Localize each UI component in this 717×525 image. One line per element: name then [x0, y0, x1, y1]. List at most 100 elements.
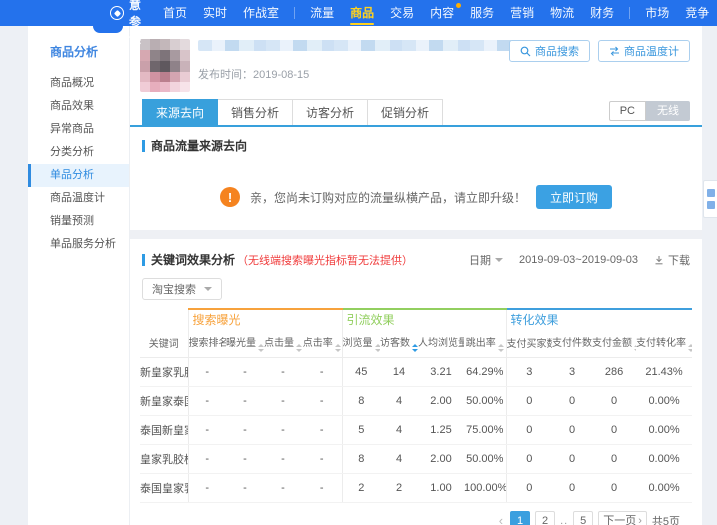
feedback-widget[interactable]	[703, 180, 717, 218]
sidebar-item-goods-overview[interactable]: 商品概况	[28, 72, 129, 95]
sidebar-item-sales-forecast[interactable]: 销量预测	[28, 210, 129, 233]
sidebar-item-abnormal-goods[interactable]: 异常商品	[28, 118, 129, 141]
cell: 0	[552, 473, 593, 503]
nav-warroom[interactable]: 作战室	[235, 0, 287, 26]
product-thermometer-label: 商品温度计	[624, 46, 679, 58]
nav-realtime[interactable]: 实时	[195, 0, 235, 26]
download-button[interactable]: 下载	[654, 252, 690, 268]
keyword-link[interactable]: 新皇家泰国乳	[140, 386, 188, 416]
cell: 3	[505, 357, 553, 387]
keyword-section-header: 关键词效果分析 （无线端搜索曝光指标暂无法提供） 日期 2019-09-03~2…	[142, 251, 690, 268]
nav-content[interactable]: 内容	[422, 0, 462, 26]
nav-marketing[interactable]: 营销	[502, 0, 542, 26]
nav-finance[interactable]: 财务	[582, 0, 622, 26]
nav-logistics[interactable]: 物流	[542, 0, 582, 26]
cell: -	[302, 386, 343, 416]
cell: 0	[592, 415, 637, 445]
cell: 4	[380, 444, 419, 474]
nav-traffic[interactable]: 流量	[302, 0, 342, 26]
pagination-page-5[interactable]: 5	[573, 510, 594, 525]
sidebar-item-goods-effect[interactable]: 商品效果	[28, 95, 129, 118]
toggle-pc[interactable]: PC	[608, 101, 646, 121]
cell: -	[187, 444, 226, 474]
cell: 0	[505, 415, 553, 445]
nav-divider	[629, 7, 631, 19]
table-row: 新皇家乳胶枕 - - - - 45 14 3.21 64.29% 3 3 286…	[140, 357, 693, 387]
sort-icon	[296, 343, 302, 352]
feedback-icon	[706, 201, 715, 209]
app-brand[interactable]: 生意参谋	[110, 0, 141, 47]
pagination-page-1[interactable]: 1	[510, 510, 531, 525]
chevron-down-icon	[204, 287, 212, 291]
cell: 0.00%	[636, 473, 693, 503]
tab-sales-analysis[interactable]: 销售分析	[217, 99, 294, 125]
keyword-link[interactable]: 泰国新皇家乳	[140, 415, 188, 445]
cell: -	[187, 473, 226, 503]
col-visitors[interactable]: 访客数	[380, 329, 419, 358]
sidebar-item-single-item-analysis[interactable]: 单品分析	[28, 164, 129, 187]
prev-page-chevron-icon[interactable]: ‹	[497, 513, 505, 525]
cell: 1.00	[418, 473, 465, 503]
tab-promotion-analysis[interactable]: 促销分析	[367, 99, 444, 125]
search-source-select[interactable]: 淘宝搜索	[142, 278, 222, 300]
cell: -	[226, 415, 264, 445]
cell: -	[264, 386, 302, 416]
keyword-link[interactable]: 泰国皇家乳胶	[140, 473, 188, 503]
pagination-next-button[interactable]: 下一页 ›	[598, 510, 647, 525]
cell: 8	[341, 386, 381, 416]
cell: -	[264, 357, 302, 387]
keyword-link[interactable]: 皇家乳胶枕	[140, 444, 188, 474]
col-paid-amount[interactable]: 支付金额	[592, 329, 637, 358]
cell: 100.00%	[464, 473, 507, 503]
col-search-rank[interactable]: 搜索排名	[187, 329, 226, 358]
pagination-page-2[interactable]: 2	[535, 510, 556, 525]
nav-home[interactable]: 首页	[155, 0, 195, 26]
nav-competition[interactable]: 竞争	[677, 0, 717, 26]
cell: -	[226, 357, 264, 387]
cell: -	[264, 473, 302, 503]
cell: 0	[552, 444, 593, 474]
cell: -	[226, 444, 264, 474]
cell: -	[302, 415, 343, 445]
top-nav: 生意参谋 首页 实时 作战室 流量 商品 交易 内容 服务 营销 物流 财务 市…	[0, 0, 717, 46]
cell: -	[302, 473, 343, 503]
tab-visitor-analysis[interactable]: 访客分析	[292, 99, 369, 125]
nav-market[interactable]: 市场	[637, 0, 677, 26]
cell: 21.43%	[636, 357, 693, 387]
keyword-link[interactable]: 新皇家乳胶枕	[140, 357, 188, 387]
cell: 3	[552, 357, 593, 387]
col-conversion-rate[interactable]: 支付转化率	[636, 329, 693, 358]
nav-trade[interactable]: 交易	[382, 0, 422, 26]
upgrade-notice: ! 亲，您尚未订购对应的流量纵横产品，请立即升级！ 立即订购	[130, 184, 702, 210]
cell: 0	[505, 473, 553, 503]
col-clicks[interactable]: 点击量	[264, 329, 302, 358]
order-now-button[interactable]: 立即订购	[536, 185, 613, 209]
cell: 1.25	[418, 415, 465, 445]
table-row: 泰国新皇家乳 - - - - 5 4 1.25 75.00% 0 0 0 0.0…	[140, 415, 693, 445]
product-image-censored	[140, 39, 190, 92]
col-exposure[interactable]: 曝光量	[226, 329, 264, 358]
col-paid-items[interactable]: 支付件数	[552, 329, 593, 358]
col-avg-pageviews[interactable]: 人均浏览量	[418, 329, 465, 358]
date-dropdown[interactable]: 日期	[469, 252, 504, 268]
group-search-exposure: 搜索曝光	[187, 308, 343, 329]
nav-goods[interactable]: 商品	[342, 0, 382, 26]
tab-source-destination[interactable]: 来源去向	[142, 99, 219, 125]
toggle-wireless[interactable]: 无线	[646, 101, 690, 121]
product-search-button[interactable]: 商品搜索	[509, 40, 590, 62]
product-search-label: 商品搜索	[535, 46, 579, 58]
col-bounce-rate[interactable]: 跳出率	[464, 329, 507, 358]
sidebar-item-single-item-service[interactable]: 单品服务分析	[28, 233, 129, 256]
sidebar-item-category-analysis[interactable]: 分类分析	[28, 141, 129, 164]
col-ctr[interactable]: 点击率	[302, 329, 343, 358]
product-title-censored	[198, 40, 520, 51]
nav-service[interactable]: 服务	[462, 0, 502, 26]
upgrade-notice-text: 亲，您尚未订购对应的流量纵横产品，请立即升级！	[249, 190, 526, 205]
product-thermometer-button[interactable]: 商品温度计	[598, 40, 690, 62]
col-pageviews[interactable]: 浏览量	[341, 329, 381, 358]
date-range: 2019-09-03~2019-09-03	[519, 253, 638, 266]
sidebar-item-goods-thermometer[interactable]: 商品温度计	[28, 187, 129, 210]
section-bar	[142, 253, 145, 266]
sort-icon	[688, 343, 693, 352]
table-row: 新皇家泰国乳 - - - - 8 4 2.00 50.00% 0 0 0 0.0…	[140, 386, 693, 416]
